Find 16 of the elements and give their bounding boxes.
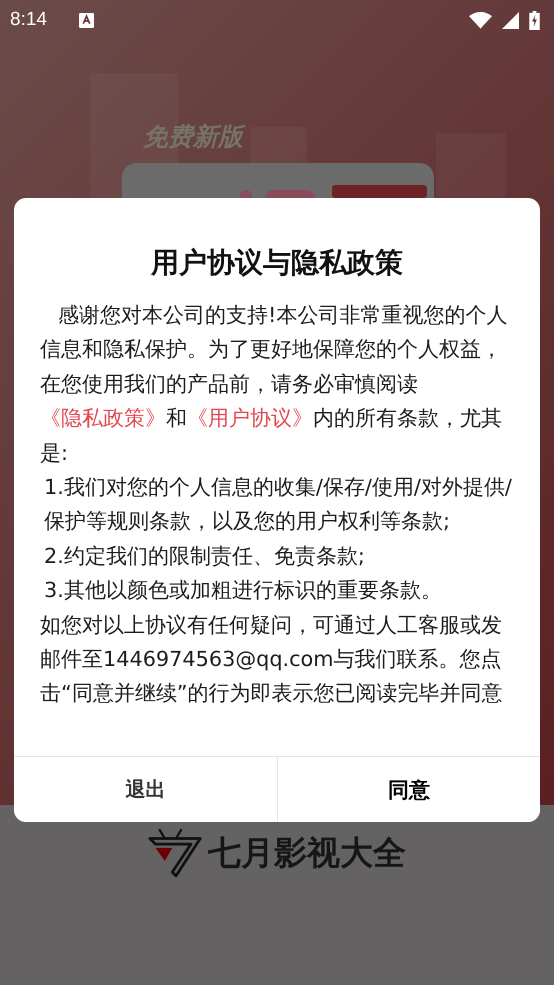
battery-charging-icon — [529, 10, 540, 30]
list-item-text: 1.我们对您的个人信息的收集/保存/使用/对外提供/保护等规则条款，以及您的用户权利等条款; — [43, 474, 513, 536]
keyboard-notification-icon — [78, 12, 94, 28]
status-time: 8:14 — [10, 9, 47, 31]
wifi-icon — [469, 11, 492, 29]
list-item-text: 2.约定我们的限制责任、免责条款; — [43, 542, 366, 570]
dialog-title: 用户协议与隐私政策 — [151, 246, 403, 280]
brand-name: 七月影视大全 — [208, 832, 406, 874]
paragraph-text: 如您对以上协议有任何疑问，可通过人工客服或发邮件至1446974563@qq.com与我们联系。您点击“同意并继续”的行为即表示您已阅读完毕并同意 — [40, 612, 504, 708]
list-item-text: 3.其他以颜色或加粗进行标识的重要条款。 — [43, 577, 443, 604]
policy-link[interactable]: 《用户协议》 — [187, 406, 313, 430]
paragraph-text: 感谢您对本公司的支持!本公司非常重视您的个人信息和隐私保护。为了更好地保障您的个人权益，在您使用我们的产品前，请务必审慎阅读 《隐私政策》和《用户协议》内的所有条款，尤其是: — [40, 302, 508, 467]
policy-link[interactable]: 《隐私政策》 — [40, 406, 166, 430]
signal-icon — [502, 12, 519, 28]
logo-icon — [148, 827, 204, 879]
agree-button[interactable]: 同意 — [276, 757, 540, 822]
